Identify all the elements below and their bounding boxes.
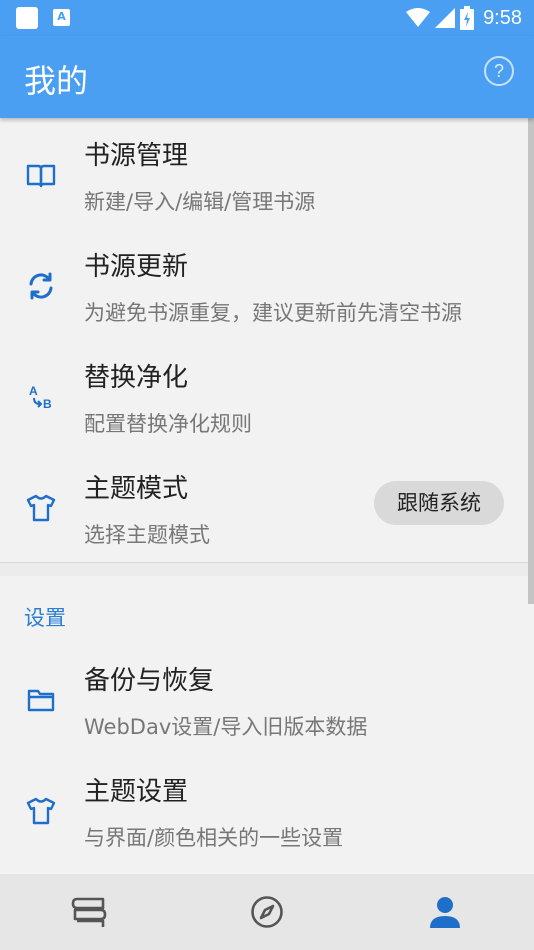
folder-icon bbox=[22, 681, 60, 719]
list-item-book-source-update[interactable]: 书源更新 为避免书源重复，建议更新前先清空书源 bbox=[0, 229, 528, 340]
nav-bookshelf[interactable] bbox=[69, 892, 109, 932]
list-item-replace-purify[interactable]: A B 替换净化 配置替换净化规则 bbox=[0, 340, 528, 451]
item-subtitle: WebDav设置/导入旧版本数据 bbox=[84, 715, 368, 739]
list-item-book-source-manage[interactable]: 书源管理 新建/导入/编辑/管理书源 bbox=[0, 118, 528, 229]
nav-my[interactable] bbox=[425, 892, 465, 932]
person-icon bbox=[430, 897, 460, 928]
item-subtitle: 新建/导入/编辑/管理书源 bbox=[84, 190, 316, 214]
page-title: 我的 bbox=[24, 62, 89, 100]
list-item-backup-restore[interactable]: 备份与恢复 WebDav设置/导入旧版本数据 bbox=[0, 643, 528, 754]
status-bar: A 9:58 bbox=[0, 0, 534, 36]
section-divider bbox=[0, 562, 528, 576]
status-right: 9:58 bbox=[406, 4, 522, 32]
item-title: 主题模式 bbox=[84, 474, 189, 504]
svg-text:A: A bbox=[29, 384, 38, 398]
tshirt-icon bbox=[22, 792, 60, 830]
replace-ab-icon: A B bbox=[22, 378, 60, 416]
scrollbar[interactable] bbox=[528, 118, 534, 604]
notification-square-icon bbox=[16, 7, 38, 29]
svg-text:B: B bbox=[43, 397, 52, 411]
signal-icon bbox=[435, 8, 456, 28]
content-list[interactable]: 书源管理 新建/导入/编辑/管理书源 书源更新 为避免书源重复，建议更新前先清空… bbox=[0, 118, 534, 874]
item-subtitle: 选择主题模式 bbox=[84, 523, 210, 547]
list-item-theme-settings[interactable]: 主题设置 与界面/颜色相关的一些设置 bbox=[0, 754, 528, 865]
book-open-icon bbox=[22, 156, 60, 194]
bottom-navigation bbox=[0, 874, 534, 950]
compass-icon bbox=[251, 896, 283, 928]
item-subtitle: 配置替换净化规则 bbox=[84, 412, 252, 436]
item-subtitle: 与界面/颜色相关的一些设置 bbox=[84, 826, 344, 850]
item-title: 主题设置 bbox=[84, 777, 189, 807]
wifi-icon bbox=[406, 8, 431, 27]
list-item-theme-mode[interactable]: 主题模式 选择主题模式 跟随系统 bbox=[0, 451, 528, 562]
help-icon[interactable]: ? bbox=[484, 56, 514, 86]
nav-explore[interactable] bbox=[247, 892, 287, 932]
item-subtitle: 为避免书源重复，建议更新前先清空书源 bbox=[84, 301, 462, 325]
item-title: 替换净化 bbox=[84, 363, 189, 393]
app-bar: 我的 ? bbox=[0, 36, 534, 118]
battery-icon bbox=[460, 6, 475, 30]
notification-a-icon: A bbox=[53, 9, 70, 26]
item-title: 备份与恢复 bbox=[84, 666, 215, 696]
tshirt-icon bbox=[22, 489, 60, 527]
clock: 9:58 bbox=[483, 6, 522, 29]
item-title: 书源更新 bbox=[84, 252, 189, 282]
settings-section-title: 设置 bbox=[24, 606, 66, 630]
theme-mode-value-chip[interactable]: 跟随系统 bbox=[374, 481, 504, 525]
item-title: 书源管理 bbox=[84, 141, 189, 171]
sync-icon bbox=[22, 267, 60, 305]
bookshelf-icon bbox=[71, 897, 107, 927]
